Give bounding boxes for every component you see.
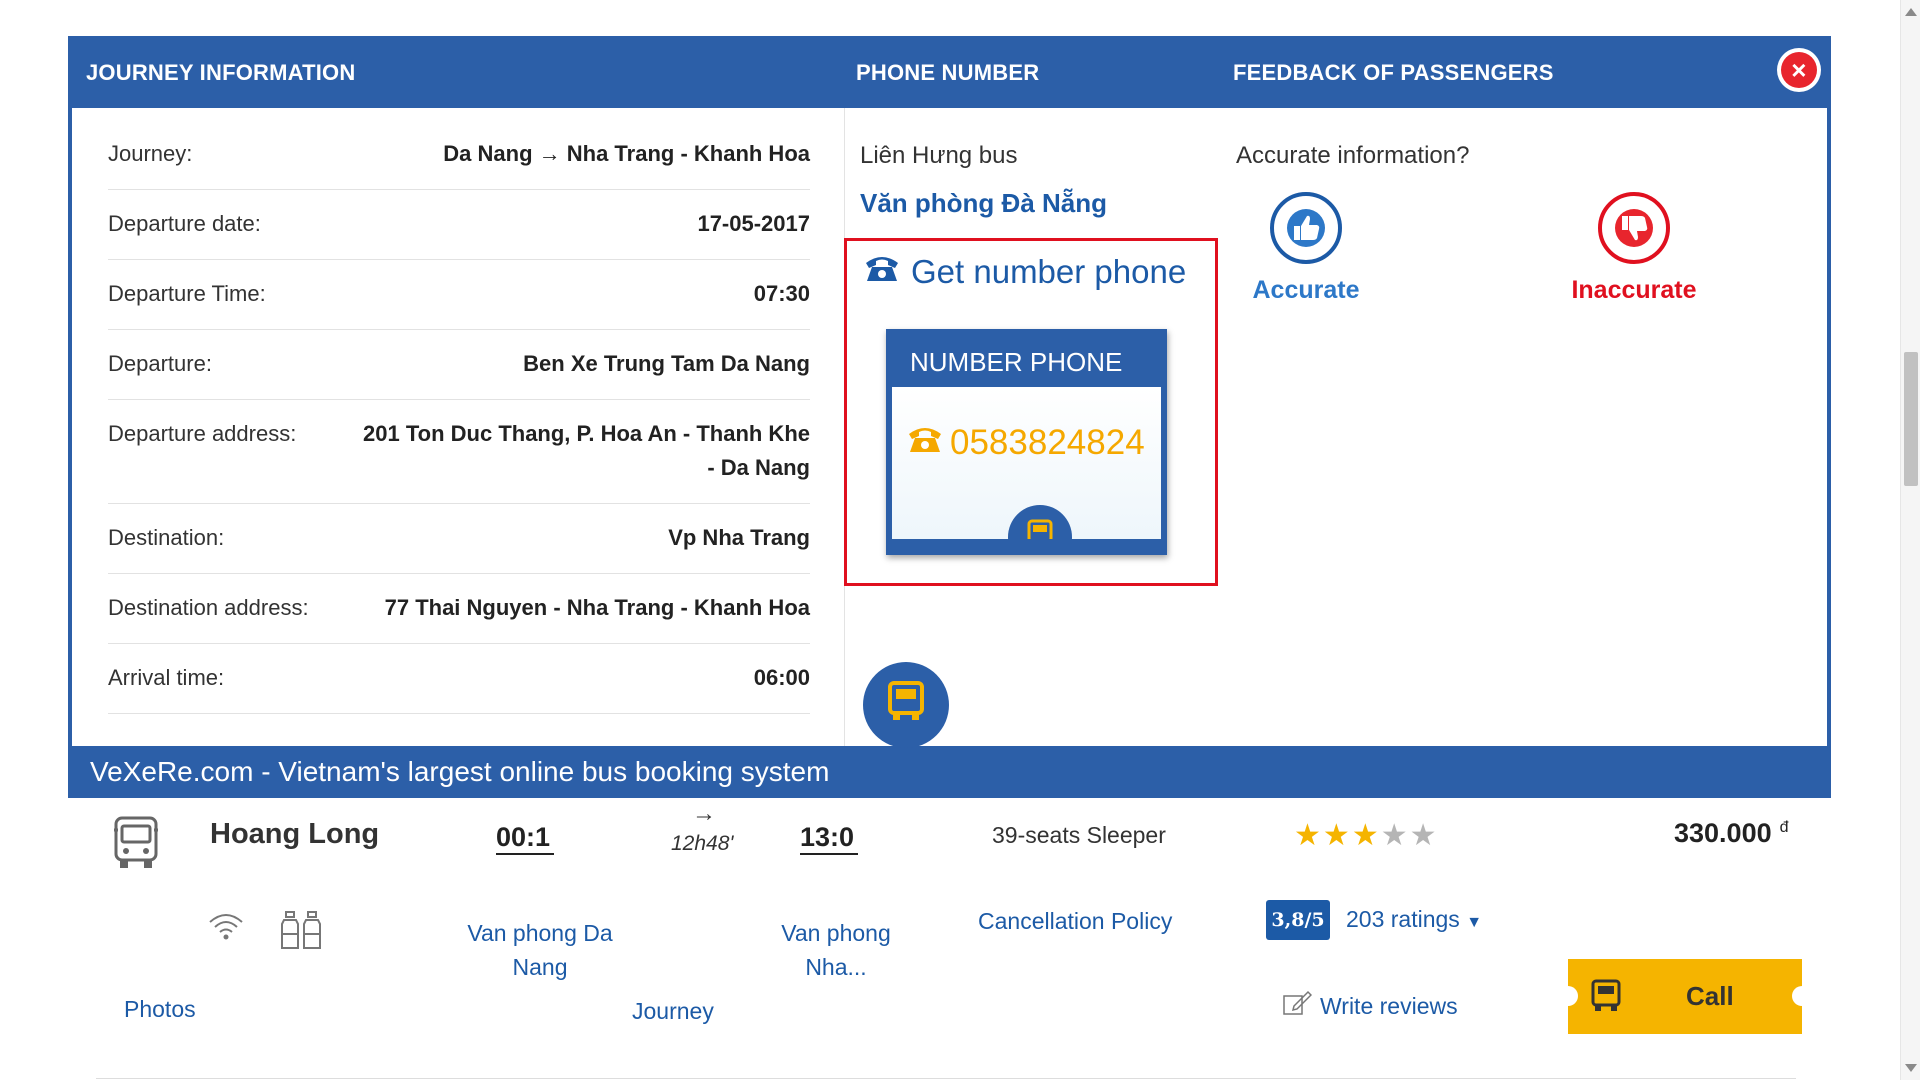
write-reviews-label: Write reviews	[1320, 992, 1458, 1019]
card-title: NUMBER PHONE	[910, 347, 1123, 377]
arrival-office-link[interactable]: Van phong Nha...	[756, 916, 916, 984]
star-icon: ★	[1351, 819, 1381, 852]
get-number-phone-label: Get number phone	[911, 253, 1187, 290]
row-label: Destination:	[108, 525, 225, 550]
bus-listing-row: Hoang Long 00:1 → 12h48' 13:0 39-seats S…	[96, 800, 1826, 1080]
bus-icon	[112, 814, 160, 875]
price-value: 330.000	[1674, 818, 1772, 848]
phone-number[interactable]: 0583824824	[906, 423, 1145, 463]
photos-link[interactable]: Photos	[124, 996, 196, 1023]
telephone-icon	[906, 423, 944, 463]
star-icon: ★	[1322, 819, 1352, 852]
inaccurate-label: Inaccurate	[1571, 276, 1697, 304]
row-label: Destination address:	[108, 595, 309, 620]
row-value: 17-05-2017	[697, 211, 810, 236]
thumbs-down-icon	[1598, 192, 1670, 264]
star-icon: ★	[1409, 819, 1439, 852]
caret-down-icon: ▼	[1466, 914, 1483, 931]
phone-number-heading: PHONE NUMBER	[856, 60, 1040, 85]
table-row: Arrival time: 06:00	[108, 644, 810, 714]
row-label: Departure:	[108, 351, 212, 376]
feedback-question: Accurate information?	[1236, 142, 1470, 169]
table-row: Destination address: 77 Thai Nguyen - Nh…	[108, 574, 810, 644]
scroll-down-arrow-icon[interactable]	[1905, 1064, 1917, 1072]
currency-symbol: đ	[1779, 819, 1789, 836]
phone-number-value: 0583824824	[950, 423, 1145, 462]
write-reviews-link[interactable]: Write reviews	[1282, 990, 1458, 1022]
thumbs-up-icon	[1270, 192, 1342, 264]
arrival-time: 13:0	[800, 822, 858, 855]
table-row: Departure address: 201 Ton Duc Thang, P.…	[108, 400, 810, 504]
wifi-icon	[206, 910, 246, 947]
row-label: Arrival time:	[108, 665, 225, 690]
office-link[interactable]: Văn phòng Đà Nẵng	[860, 188, 1107, 219]
row-value: Vp Nha Trang	[668, 525, 810, 550]
journey-info-heading: JOURNEY INFORMATION	[86, 60, 356, 85]
row-value: Ben Xe Trung Tam Da Nang	[523, 351, 810, 376]
trip-duration: 12h48'	[671, 832, 734, 855]
journey-link[interactable]: Journey	[632, 998, 714, 1025]
table-row: Departure: Ben Xe Trung Tam Da Nang	[108, 330, 810, 400]
row-value: 201 Ton Duc Thang, P. Hoa An - Thanh Khe…	[363, 421, 810, 480]
card-body: 0583824824	[892, 387, 1161, 539]
divider	[96, 1078, 1796, 1079]
bus-icon	[863, 662, 949, 748]
accurate-button[interactable]: Accurate	[1236, 192, 1376, 305]
water-bottle-icon	[280, 910, 322, 955]
ratings-count: 203 ratings	[1346, 906, 1460, 932]
phone-highlight-box: Get number phone NUMBER PHONE 0583824824	[844, 238, 1218, 586]
inaccurate-button[interactable]: Inaccurate	[1564, 192, 1704, 305]
departure-office-link[interactable]: Van phong Da Nang	[440, 916, 640, 984]
star-icon: ★	[1294, 819, 1323, 852]
row-value: 07:30	[753, 281, 810, 306]
close-button[interactable]: ×	[1777, 48, 1821, 92]
table-row: Departure date: 17-05-2017	[108, 190, 810, 260]
table-row: Departure Time: 07:30	[108, 260, 810, 330]
row-label: Journey:	[108, 141, 193, 166]
row-value: Da Nang → Nha Trang - Khanh Hoa	[443, 141, 810, 166]
modal-header: JOURNEY INFORMATION PHONE NUMBER FEEDBAC…	[68, 36, 1831, 108]
feedback-heading: FEEDBACK OF PASSENGERS	[1233, 60, 1554, 85]
row-label: Departure Time:	[108, 281, 266, 306]
table-row: Journey: Da Nang → Nha Trang - Khanh Hoa	[108, 120, 810, 190]
number-phone-card: NUMBER PHONE 0583824824	[886, 329, 1167, 555]
row-value: 77 Thai Nguyen - Nha Trang - Khanh Hoa	[384, 595, 810, 620]
accurate-label: Accurate	[1252, 276, 1360, 304]
cancellation-policy-link[interactable]: Cancellation Policy	[978, 908, 1172, 935]
close-icon: ×	[1781, 52, 1817, 88]
departure-time: 00:1	[496, 822, 554, 855]
journey-info-table: Journey: Da Nang → Nha Trang - Khanh Hoa…	[108, 120, 810, 714]
modal-footer: VeXeRe.com - Vietnam's largest online bu…	[68, 746, 1831, 798]
star-icon: ★	[1380, 819, 1410, 852]
pencil-icon	[1282, 990, 1313, 1022]
rating-score-badge: 3,8/5	[1266, 900, 1330, 940]
row-value: 06:00	[753, 665, 810, 690]
table-row: Destination: Vp Nha Trang	[108, 504, 810, 574]
scroll-up-arrow-icon[interactable]	[1905, 8, 1917, 16]
row-label: Departure address:	[108, 421, 297, 446]
operator-name: Liên Hưng bus	[860, 142, 1018, 169]
footer-tagline: VeXeRe.com - Vietnam's largest online bu…	[90, 756, 830, 787]
company-name: Hoang Long	[210, 818, 380, 850]
ticket-price: 330.000 đ	[1674, 818, 1789, 849]
bus-icon	[1008, 505, 1072, 539]
seat-type: 39-seats Sleeper	[992, 822, 1166, 848]
page-scrollbar[interactable]	[1900, 0, 1920, 1080]
arrow-right-icon: →	[692, 800, 716, 827]
journey-info-modal: JOURNEY INFORMATION PHONE NUMBER FEEDBAC…	[68, 36, 1831, 798]
bus-icon	[1590, 979, 1622, 1018]
call-button[interactable]: Call	[1558, 959, 1812, 1034]
get-number-phone-button[interactable]: Get number phone	[863, 253, 1186, 291]
row-label: Departure date:	[108, 211, 261, 236]
star-rating: ★★★★★	[1294, 818, 1439, 853]
modal-body: Journey: Da Nang → Nha Trang - Khanh Hoa…	[72, 108, 1827, 746]
ratings-dropdown[interactable]: 203 ratings ▼	[1346, 906, 1482, 933]
telephone-icon	[863, 253, 901, 291]
scroll-thumb[interactable]	[1904, 352, 1918, 486]
call-label: Call	[1686, 981, 1734, 1011]
